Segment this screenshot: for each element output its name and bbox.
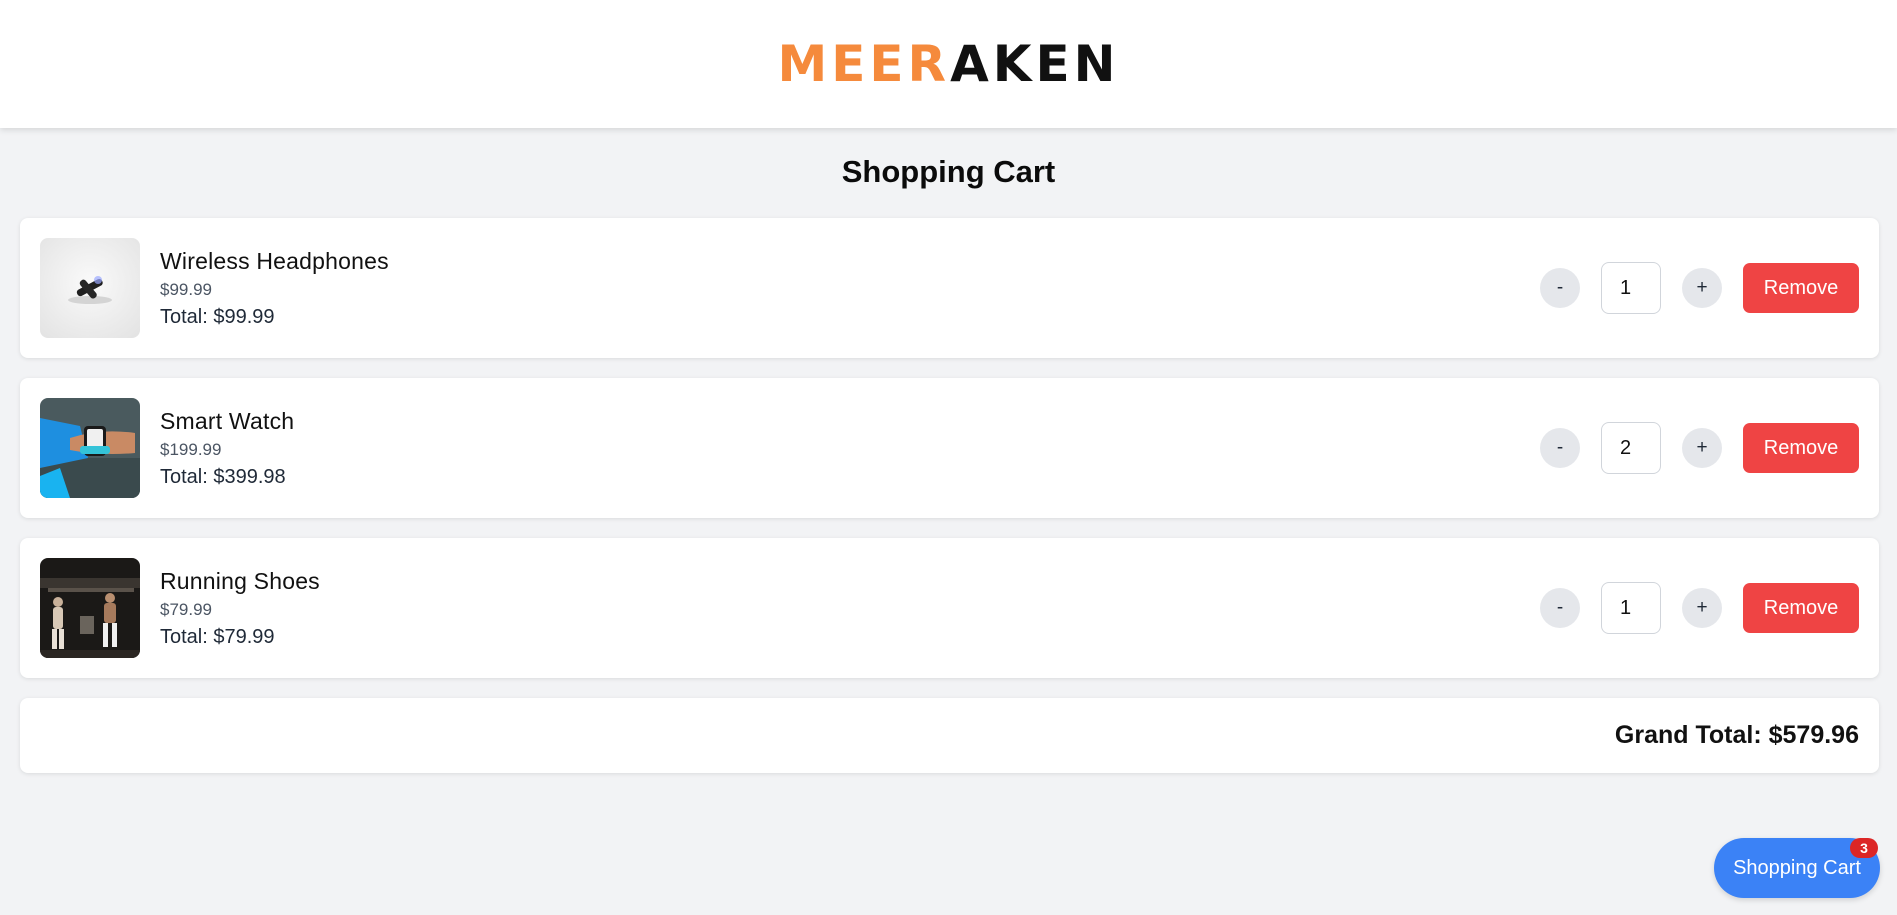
smart-watch-product-image: [40, 398, 140, 498]
item-total: Total: $79.99: [160, 626, 275, 648]
site-header: MEER AKEN: [0, 0, 1897, 128]
headphones-product-image: [40, 238, 140, 338]
item-price: $79.99: [160, 600, 212, 619]
brand-logo[interactable]: MEER AKEN: [777, 39, 1119, 89]
cart-item: Smart Watch $199.99 Total: $399.98 - + R…: [20, 378, 1879, 518]
quantity-controls: - + Remove: [1540, 422, 1859, 474]
logo-part-orange: MEER: [777, 35, 951, 93]
headphones-image-icon: [40, 238, 140, 338]
remove-button[interactable]: Remove: [1743, 423, 1859, 473]
smart-watch-image-icon: [40, 398, 140, 498]
remove-button[interactable]: Remove: [1743, 263, 1859, 313]
cart-item: Wireless Headphones $99.99 Total: $99.99…: [20, 218, 1879, 358]
item-price: $99.99: [160, 280, 212, 299]
grand-total: Grand Total: $579.96: [1614, 721, 1859, 749]
decrement-button[interactable]: -: [1540, 428, 1580, 468]
cart-count-badge: 3: [1850, 838, 1878, 858]
item-name: Running Shoes: [160, 568, 320, 594]
page-title: Shopping Cart: [841, 154, 1056, 189]
cart-item: Running Shoes $79.99 Total: $79.99 - + R…: [20, 538, 1879, 678]
item-price: $199.99: [160, 440, 222, 459]
item-total: Total: $399.98: [160, 466, 286, 488]
decrement-button[interactable]: -: [1540, 588, 1580, 628]
cart-items-list: Wireless Headphones $99.99 Total: $99.99…: [20, 218, 1879, 698]
item-total: Total: $99.99: [160, 306, 275, 328]
quantity-input[interactable]: [1601, 422, 1661, 474]
increment-button[interactable]: +: [1682, 268, 1722, 308]
logo-part-black: AKEN: [950, 35, 1120, 93]
increment-button[interactable]: +: [1682, 428, 1722, 468]
item-name: Wireless Headphones: [160, 248, 389, 274]
running-shoes-product-image: [40, 558, 140, 658]
quantity-controls: - + Remove: [1540, 582, 1859, 634]
quantity-input[interactable]: [1601, 262, 1661, 314]
remove-button[interactable]: Remove: [1743, 583, 1859, 633]
decrement-button[interactable]: -: [1540, 268, 1580, 308]
item-name: Smart Watch: [160, 408, 295, 434]
increment-button[interactable]: +: [1682, 588, 1722, 628]
quantity-controls: - + Remove: [1540, 262, 1859, 314]
grand-total-card: Grand Total: $579.96: [20, 698, 1879, 773]
running-shoes-image-icon: [40, 558, 140, 658]
quantity-input[interactable]: [1601, 582, 1661, 634]
